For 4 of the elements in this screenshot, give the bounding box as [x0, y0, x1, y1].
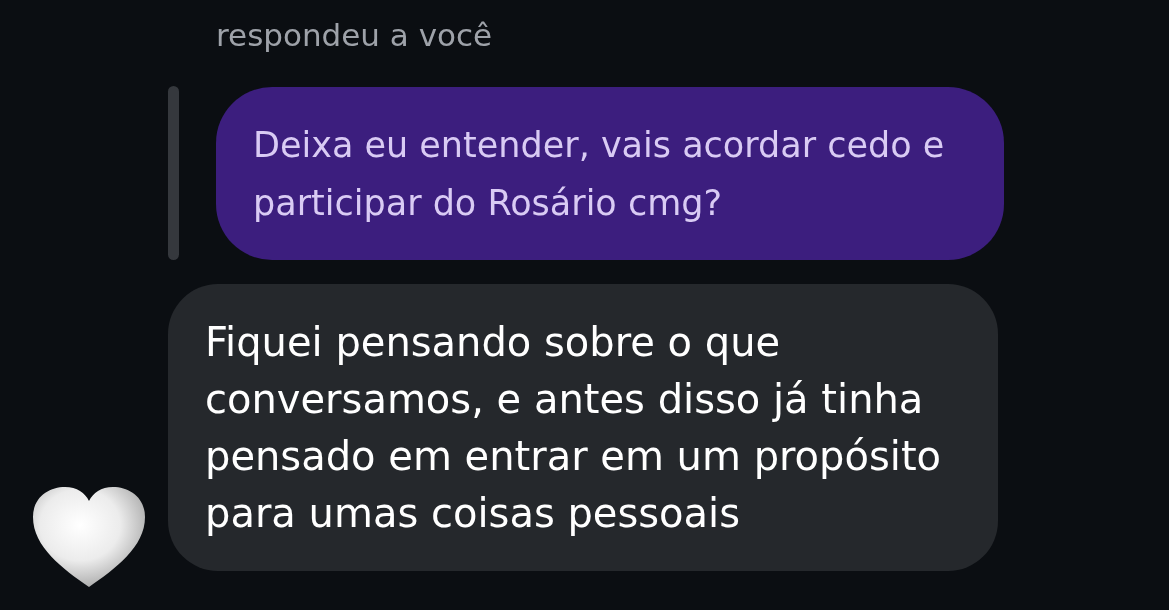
heart-icon: [33, 487, 145, 587]
reply-label: respondeu a você: [216, 16, 493, 55]
message-bubble: Fiquei pensando sobre o que conversamos, e antes disso já tinha pensado em entrar em um propósito para umas coisas pessoais: [168, 284, 998, 571]
quoted-message-bubble: Deixa eu entender, vais acordar cedo e participar do Rosário cmg?: [216, 87, 1004, 260]
